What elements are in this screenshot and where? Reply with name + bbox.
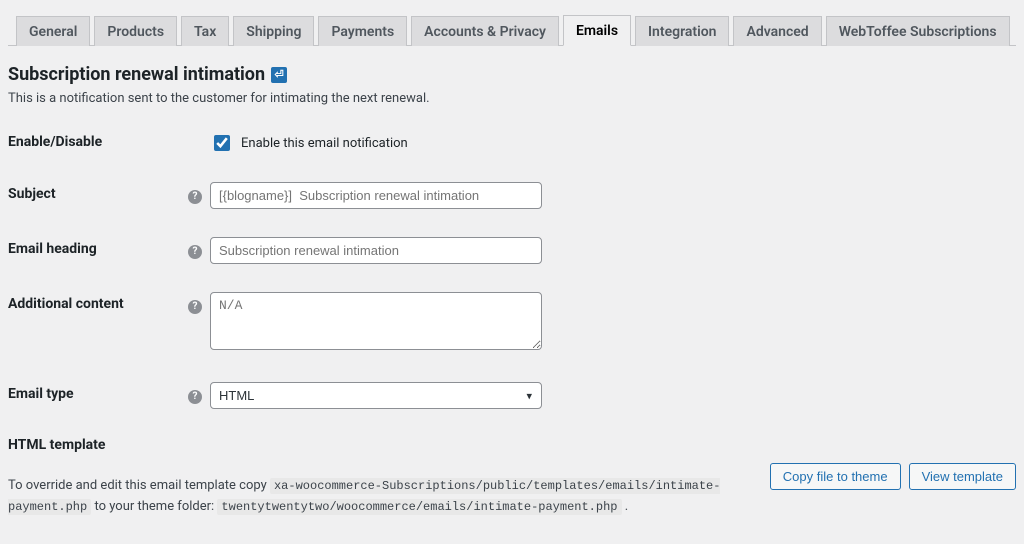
section-title-text: Subscription renewal intimation xyxy=(8,64,265,85)
help-icon[interactable]: ? xyxy=(188,390,202,404)
additional-content-input[interactable] xyxy=(210,292,542,350)
enable-checkbox-label: Enable this email notification xyxy=(241,136,408,151)
enable-checkbox-wrap[interactable]: Enable this email notification xyxy=(210,130,408,154)
html-template-text: To override and edit this email template… xyxy=(8,476,758,518)
label-additional-content: Additional content xyxy=(8,292,188,312)
tab-products[interactable]: Products xyxy=(94,16,177,46)
help-icon[interactable]: ? xyxy=(188,300,202,314)
label-email-heading: Email heading xyxy=(8,237,188,257)
tab-emails[interactable]: Emails xyxy=(563,15,631,46)
enable-checkbox[interactable] xyxy=(214,135,230,151)
help-icon[interactable]: ? xyxy=(188,190,202,204)
label-email-type: Email type xyxy=(8,382,188,402)
section-title: Subscription renewal intimation ⏎ xyxy=(8,64,1016,85)
tpl-code-dest: twentytwentytwo/woocommerce/emails/intim… xyxy=(217,499,621,515)
tab-payments[interactable]: Payments xyxy=(318,16,407,46)
tab-accounts-privacy[interactable]: Accounts & Privacy xyxy=(411,16,559,46)
tpl-text-pre: To override and edit this email template… xyxy=(8,478,270,493)
tab-webtoffee-subscriptions[interactable]: WebToffee Subscriptions xyxy=(826,16,1010,46)
tab-general[interactable]: General xyxy=(16,16,90,46)
email-type-select[interactable]: HTML xyxy=(210,382,542,409)
copy-file-to-theme-button[interactable]: Copy file to theme xyxy=(770,463,901,490)
html-template-heading: HTML template xyxy=(8,437,1016,453)
email-heading-input[interactable] xyxy=(210,237,542,264)
tab-advanced[interactable]: Advanced xyxy=(733,16,821,46)
nav-tabs: General Products Tax Shipping Payments A… xyxy=(8,0,1016,46)
label-enable-disable: Enable/Disable xyxy=(8,130,188,150)
tab-integration[interactable]: Integration xyxy=(635,16,729,46)
section-description: This is a notification sent to the custo… xyxy=(8,91,1016,106)
back-icon[interactable]: ⏎ xyxy=(271,67,287,83)
subject-input[interactable] xyxy=(210,182,542,209)
help-icon[interactable]: ? xyxy=(188,245,202,259)
tab-tax[interactable]: Tax xyxy=(181,16,229,46)
tpl-text-mid: to your theme folder: xyxy=(94,499,217,514)
tpl-text-post: . xyxy=(625,499,628,514)
label-subject: Subject xyxy=(8,182,188,202)
tab-shipping[interactable]: Shipping xyxy=(233,16,314,46)
view-template-button[interactable]: View template xyxy=(909,463,1016,490)
